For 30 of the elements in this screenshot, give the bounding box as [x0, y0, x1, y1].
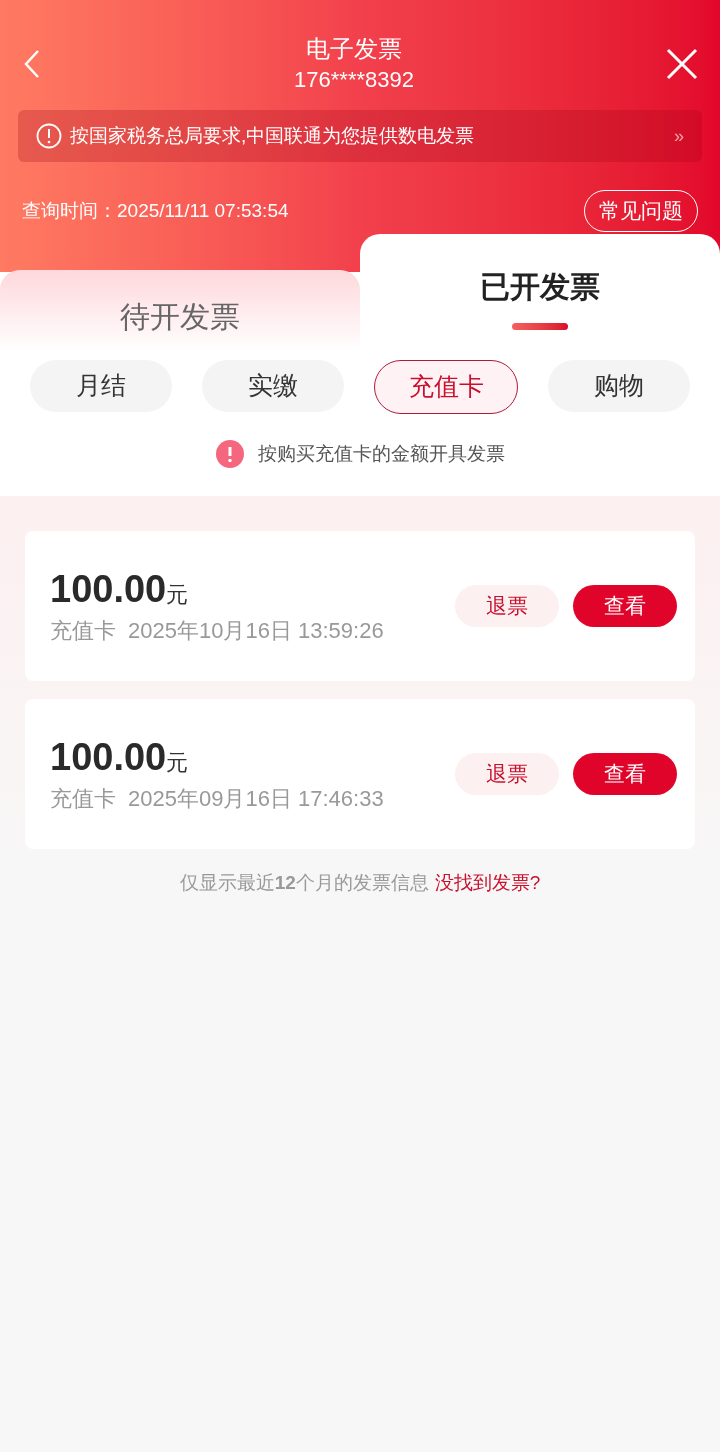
- filter-chip[interactable]: 月结: [30, 360, 172, 412]
- filter-chip[interactable]: 购物: [548, 360, 690, 412]
- invoice-type: 充值卡: [50, 784, 116, 813]
- notice-text: 按国家税务总局要求,中国联通为您提供数电发票: [70, 123, 476, 148]
- page-title: 电子发票: [306, 34, 402, 64]
- invoice-time: 2025年09月16日 17:46:33: [128, 784, 384, 813]
- refund-button[interactable]: 退票: [455, 585, 559, 627]
- close-icon[interactable]: [666, 48, 698, 80]
- warning-icon: [36, 123, 62, 149]
- back-icon[interactable]: [22, 48, 42, 80]
- not-found-link[interactable]: 没找到发票?: [434, 869, 541, 898]
- invoice-amount: 100.00: [50, 734, 167, 780]
- notice-bar[interactable]: 按国家税务总局要求,中国联通为您提供数电发票 »: [18, 110, 702, 162]
- currency-unit: 元: [166, 748, 189, 777]
- filter-chip[interactable]: 充值卡: [374, 360, 518, 414]
- more-arrow: »: [674, 124, 684, 148]
- alert-icon: [215, 440, 244, 468]
- phone-number: 176****8392: [294, 66, 414, 94]
- invoice-time: 2025年10月16日 13:59:26: [128, 616, 384, 645]
- view-button[interactable]: 查看: [573, 585, 677, 627]
- invoice-type: 充值卡: [50, 616, 116, 645]
- query-time: 查询时间：2025/11/11 07:53:54: [22, 198, 289, 223]
- footer-note: 仅显示最近12个月的发票信息: [179, 871, 429, 895]
- invoice-amount: 100.00: [50, 566, 167, 612]
- hint-text: 按购买充值卡的金额开具发票: [257, 441, 505, 466]
- currency-unit: 元: [166, 580, 189, 609]
- view-button[interactable]: 查看: [573, 753, 677, 795]
- tab-indicator: [512, 323, 568, 330]
- refund-button[interactable]: 退票: [455, 753, 559, 795]
- filter-chip[interactable]: 实缴: [202, 360, 344, 412]
